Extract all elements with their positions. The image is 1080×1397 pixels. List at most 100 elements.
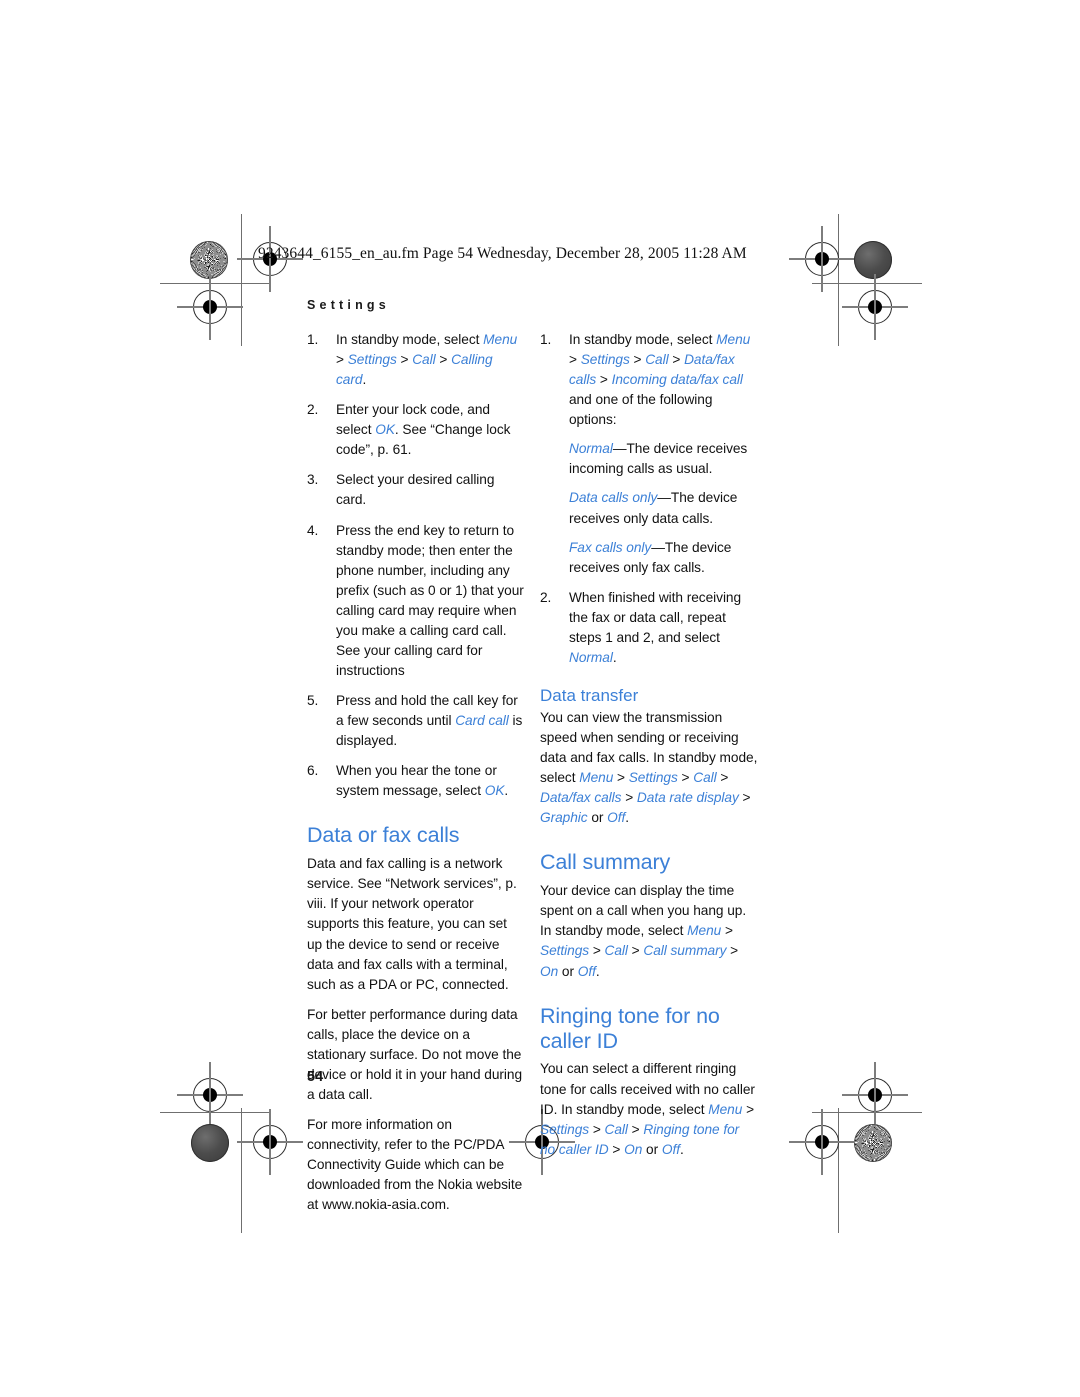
option-description: Fax calls only—The device receives only … — [569, 538, 758, 578]
body-text-run: > — [668, 352, 685, 368]
step-number: 3. — [307, 472, 319, 488]
ui-path-token: Settings — [347, 352, 397, 368]
ui-path-token: On — [624, 1141, 643, 1157]
step-number: 1. — [307, 332, 319, 347]
ui-path-token: Call — [645, 352, 669, 368]
ui-path-token: Off — [661, 1141, 680, 1157]
crosshair-registration-icon — [789, 1109, 855, 1175]
rosette-registration-icon — [854, 1124, 892, 1162]
ui-path-token: Call — [412, 352, 436, 368]
crop-line-vertical-left-outer — [241, 214, 243, 346]
body-text-run: . — [612, 649, 617, 665]
ui-path-token: Call — [604, 1121, 628, 1137]
body-text-run: or — [558, 963, 578, 979]
body-text-run: . — [504, 783, 509, 799]
body-text-run: > — [589, 1121, 605, 1137]
ui-path-token: Menu — [716, 332, 751, 347]
ui-path-token: OK — [484, 783, 505, 799]
solid-dot-registration-icon — [191, 1124, 229, 1162]
ui-path-token: Settings — [540, 943, 590, 959]
body-text-run: Select your desired calling card. — [336, 472, 495, 508]
paragraph-data-performance: For better performance during data calls… — [307, 1006, 523, 1102]
numbered-step: 2. When finished with receiving the fax o… — [540, 588, 758, 668]
heading-data-or-fax-calls: Data or fax calls — [307, 823, 460, 848]
body-text-run: > — [738, 790, 751, 806]
numbered-step: 3. Select your desired calling card. — [307, 470, 525, 510]
body-text-run: > — [608, 1141, 625, 1157]
body-text-run: > — [596, 372, 612, 388]
crosshair-registration-icon — [842, 1062, 908, 1128]
ui-path-token: Data rate display — [636, 790, 739, 806]
body-text-run: > — [396, 352, 413, 368]
body-text-run: > — [589, 943, 605, 959]
body-text-run: > — [627, 943, 644, 959]
body-text-run: and one of the following options: — [569, 392, 713, 428]
ui-path-token: Menu — [483, 332, 518, 347]
solid-dot-registration-icon — [854, 241, 892, 279]
body-text-run: > — [569, 352, 581, 368]
heading-ringing-tone-no-caller-id: Ringing tone for no caller ID — [540, 1003, 720, 1053]
body-text-run: In standby mode, select — [569, 332, 717, 347]
paragraph-ringing-tone: You can select a different ringing tone … — [540, 1059, 758, 1159]
step-number: 2. — [540, 589, 552, 605]
crop-line-horizontal-top-left — [160, 283, 270, 285]
body-text-run: . — [679, 1141, 684, 1157]
crosshair-registration-icon — [177, 274, 243, 340]
ui-path-token: Menu — [708, 1101, 743, 1117]
crosshair-registration-icon — [237, 1109, 303, 1175]
ui-path-token: Graphic — [540, 810, 588, 826]
ui-path-token: Menu — [687, 923, 722, 939]
ui-path-token: On — [540, 963, 559, 979]
ui-path-token: Settings — [628, 770, 678, 786]
option-description: Normal—The device receives incoming call… — [569, 439, 758, 479]
heading-data-transfer: Data transfer — [540, 685, 639, 705]
body-text-run: Press the end key to return to standby m… — [336, 522, 524, 678]
ui-path-token: Data/fax calls — [540, 790, 622, 806]
body-text-run: . — [595, 963, 600, 979]
crop-line-vertical-right-bottom — [838, 1108, 840, 1233]
step-text: When finished with receiving the fax or … — [569, 590, 741, 665]
ui-path-token: Incoming data/fax call — [611, 372, 743, 388]
crosshair-registration-icon — [842, 274, 908, 340]
numbered-step: 4. Press the end key to return to standby… — [307, 521, 525, 682]
paragraph-call-summary: Your device can display the time spent o… — [540, 881, 758, 981]
body-text-run: > — [336, 352, 348, 368]
step-text: Enter your lock code, and select OK. See… — [336, 402, 510, 457]
ui-path-token: Off — [577, 963, 596, 979]
step-number: 5. — [307, 693, 319, 708]
step-number: 2. — [307, 402, 319, 418]
paragraph-connectivity-guide: For more information on connectivity, re… — [307, 1117, 523, 1213]
numbered-step: 1. In standby mode, select Menu > Setting… — [307, 330, 525, 390]
ui-path-token: Settings — [540, 1121, 590, 1137]
body-text-run: > — [627, 1121, 644, 1137]
crop-line-horizontal-bottom-right — [812, 1112, 922, 1114]
numbered-step: 2. Enter your lock code, and select OK. S… — [307, 400, 525, 460]
ui-path-token: Settings — [580, 352, 630, 368]
body-text-run: . — [625, 810, 630, 826]
numbered-step: 1. In standby mode, select Menu > Setting… — [540, 330, 758, 578]
ui-path-token: Data calls only — [569, 490, 658, 506]
crop-line-vertical-right-outer — [838, 214, 840, 346]
ui-path-token: Menu — [579, 770, 614, 786]
ui-path-token: Call — [693, 770, 717, 786]
body-text-run: > — [621, 790, 637, 806]
ui-path-token: OK — [375, 422, 395, 438]
step-text: Select your desired calling card. — [336, 472, 494, 507]
running-head-chapter: Settings — [307, 298, 390, 312]
body-text-run: > — [613, 770, 629, 786]
numbered-step: 6. When you hear the tone or system messa… — [307, 761, 525, 801]
step-text: When you hear the tone or system message… — [336, 763, 508, 798]
body-text-run: > — [435, 352, 452, 368]
ui-path-token: Call summary — [643, 943, 727, 959]
body-text-run: In standby mode, select — [336, 332, 484, 347]
ui-path-token: Normal — [569, 441, 613, 457]
left-column: 1. In standby mode, select Menu > Setting… — [307, 330, 525, 1225]
steps-incoming-data-fax: 1. In standby mode, select Menu > Setting… — [540, 330, 758, 668]
paragraph-data-transfer: You can view the transmission speed when… — [540, 708, 758, 828]
ui-path-token: Off — [607, 810, 626, 826]
body-text-run: . — [362, 372, 367, 388]
step-text: Press and hold the call key for a few se… — [336, 693, 522, 748]
body-text-run: > — [726, 943, 739, 959]
body-text-run: or — [642, 1141, 662, 1157]
body-text-run: > — [742, 1101, 755, 1117]
